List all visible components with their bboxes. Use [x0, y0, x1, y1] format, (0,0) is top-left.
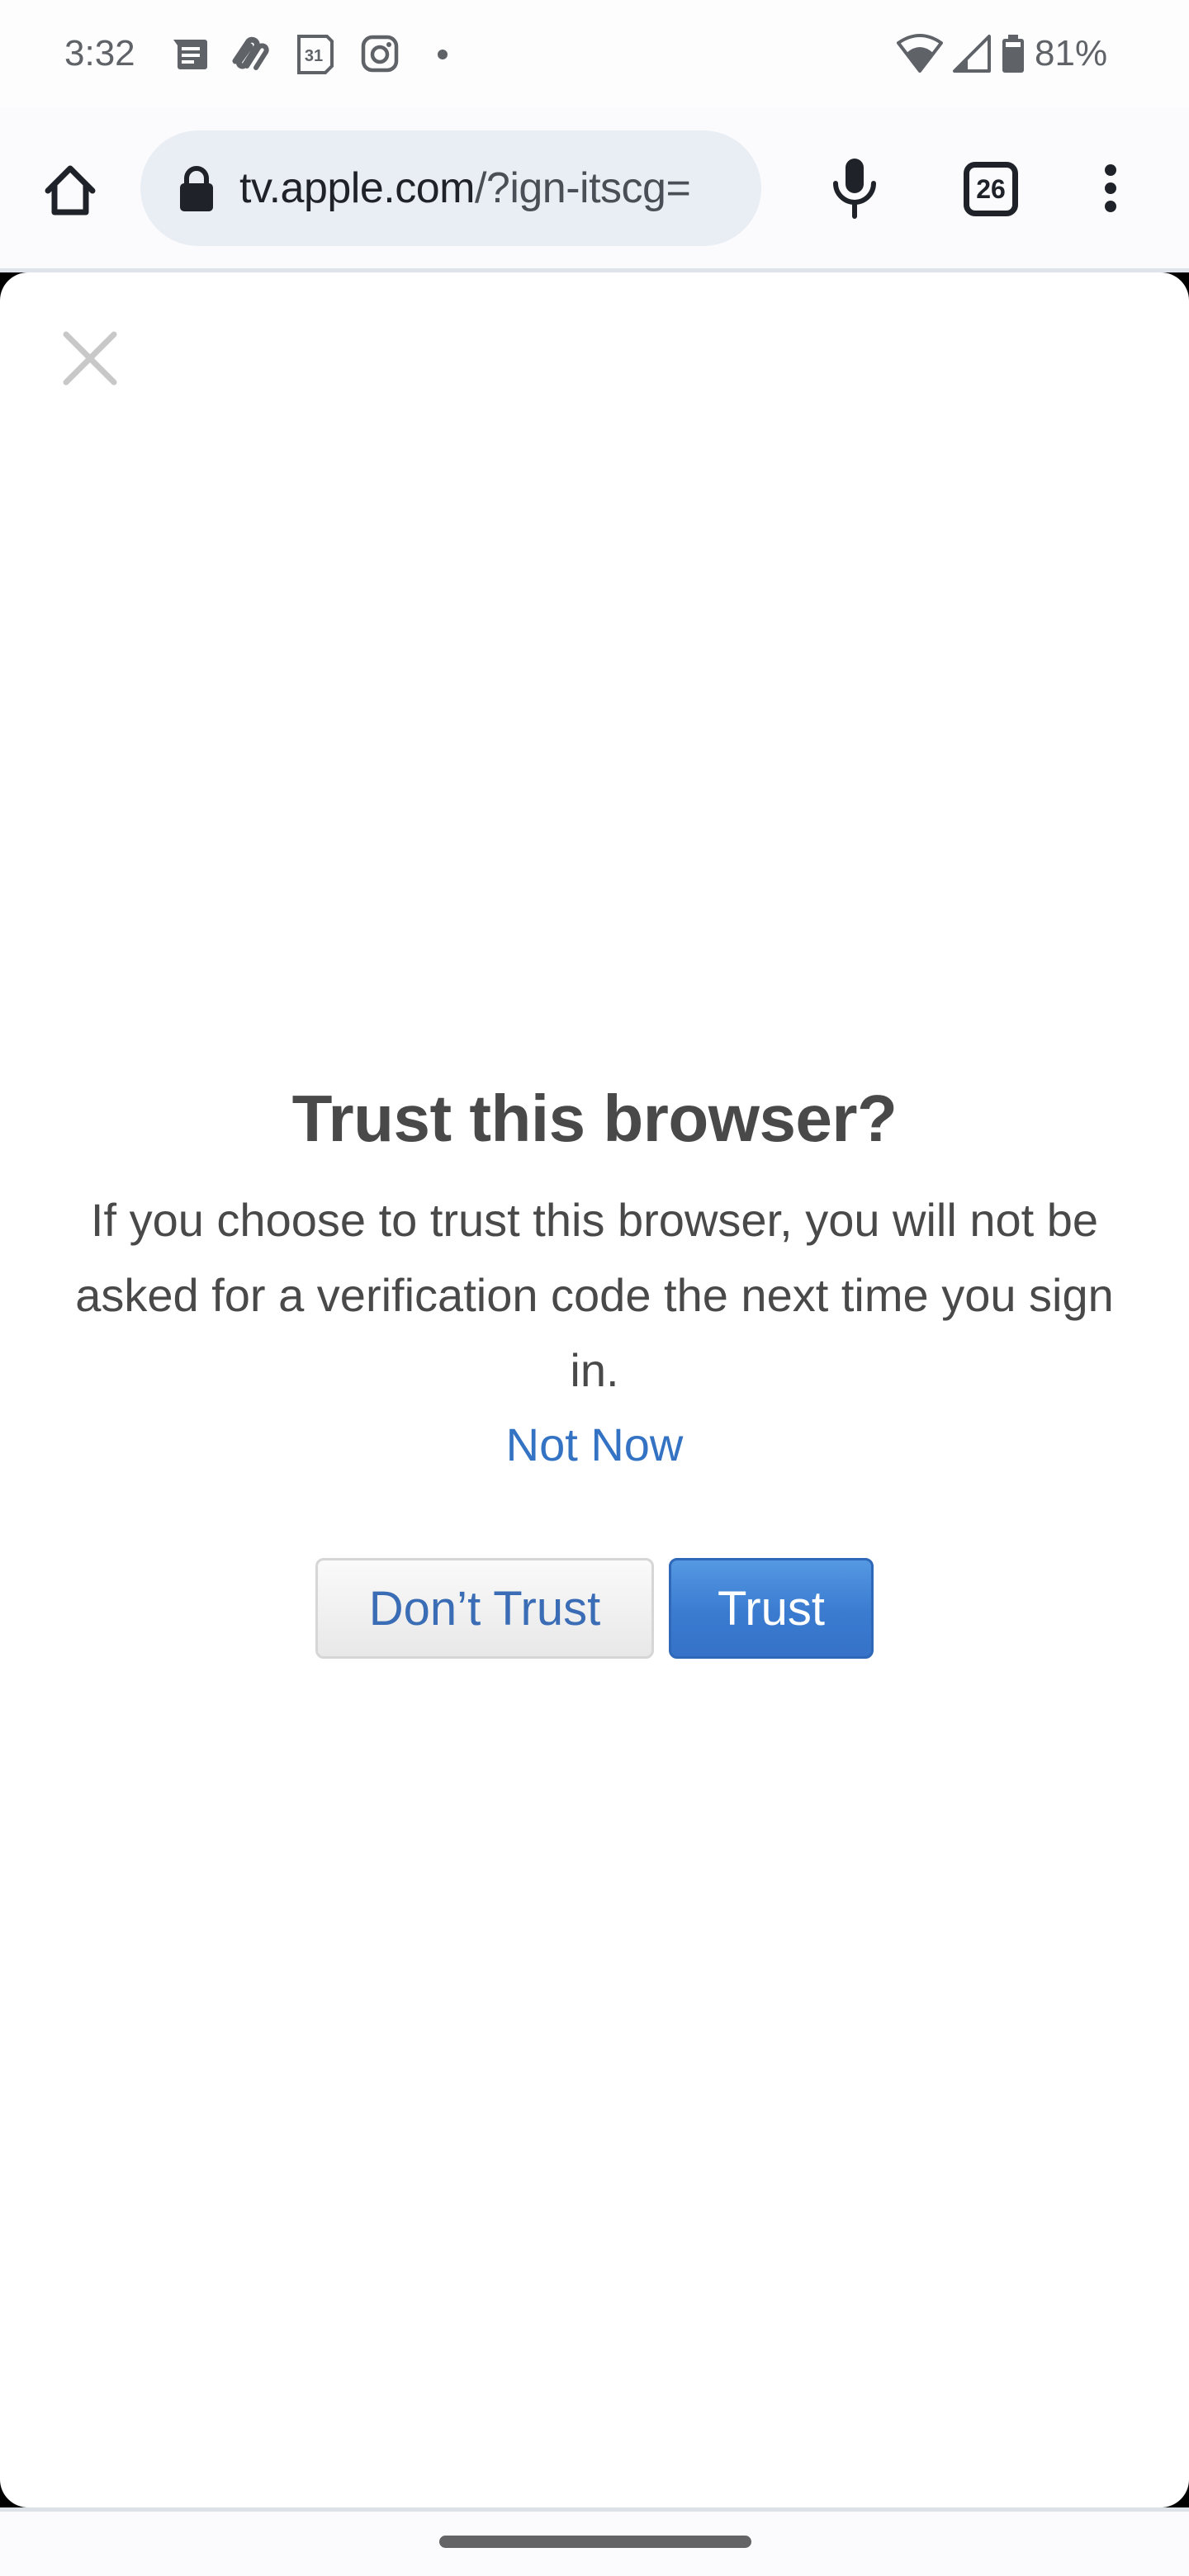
wifi-icon: [896, 33, 944, 74]
dialog-title: Trust this browser?: [291, 1082, 898, 1155]
more-notifications-dot-icon: [426, 33, 459, 74]
url-host: tv.apple.com: [239, 164, 475, 212]
calendar-31-icon: 31: [295, 33, 336, 74]
close-button[interactable]: [58, 326, 122, 391]
not-now-link[interactable]: Not Now: [506, 1408, 684, 1482]
cell-signal-icon: [951, 33, 992, 74]
microphone-icon: [833, 159, 876, 219]
close-icon: [63, 331, 117, 386]
tab-switcher-button[interactable]: 26: [964, 162, 1018, 216]
tab-count: 26: [976, 173, 1006, 204]
trust-dialog: Trust this browser? If you choose to tru…: [0, 1073, 1189, 1659]
instagram-icon: [359, 33, 400, 74]
lock-icon[interactable]: [178, 163, 215, 213]
status-bar: 3:32 31 81%: [0, 0, 1189, 107]
svg-text:31: 31: [305, 47, 323, 65]
paperclip-app-icon: [229, 33, 270, 74]
battery-percent: 81%: [1035, 33, 1108, 73]
phone-screen: 3:32 31 81% tv.apple.com/?ign-itscg= 26 …: [0, 0, 1189, 2576]
url-bar[interactable]: tv.apple.com/?ign-itscg=: [140, 130, 761, 246]
dont-trust-button[interactable]: Don’t Trust: [315, 1558, 654, 1659]
more-vert-icon: [1105, 164, 1116, 212]
home-button[interactable]: [33, 157, 107, 223]
battery-icon: [1001, 33, 1026, 74]
browser-menu-button[interactable]: [1090, 162, 1131, 220]
messages-icon: [168, 33, 210, 74]
home-gesture-handle[interactable]: [439, 2536, 751, 2548]
trust-button[interactable]: Trust: [669, 1558, 874, 1659]
home-icon: [45, 165, 96, 215]
dialog-body: If you choose to trust this browser, you…: [75, 1194, 1114, 1396]
url-text[interactable]: tv.apple.com/?ign-itscg=: [239, 163, 690, 213]
status-time: 3:32: [64, 33, 135, 73]
url-path: /?ign-itscg=: [474, 164, 691, 212]
voice-search-button[interactable]: [826, 157, 883, 223]
dialog-buttons: Don’t Trust Trust: [0, 1558, 1189, 1659]
